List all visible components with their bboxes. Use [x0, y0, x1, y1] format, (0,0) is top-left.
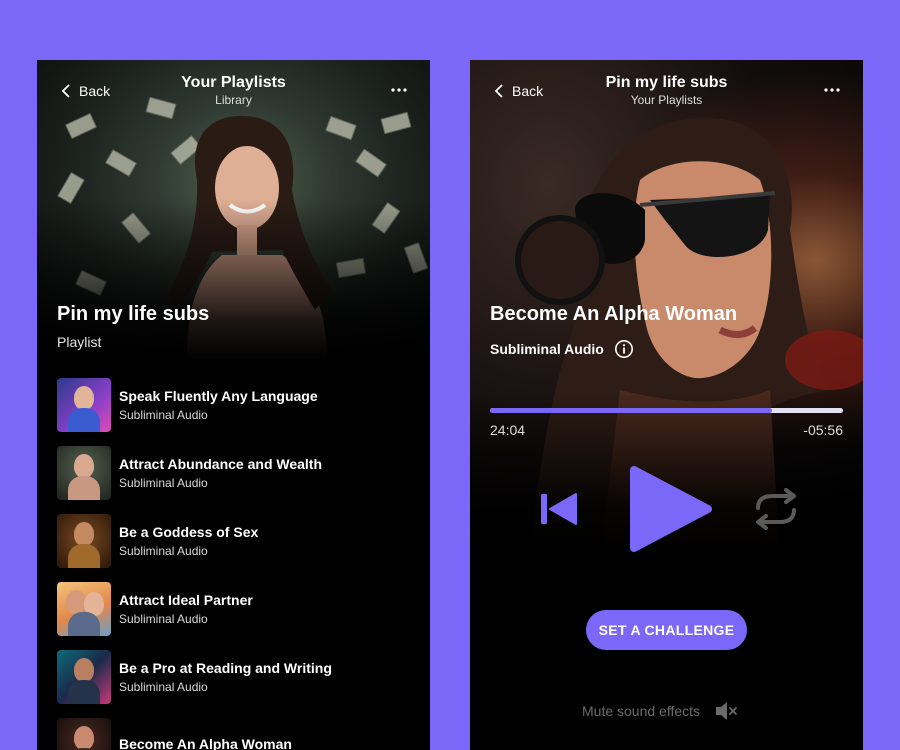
playlist-screen: Back Your Playlists Library Pin my life …: [37, 60, 430, 750]
track-name: Attract Abundance and Wealth: [119, 456, 323, 472]
skip-previous-icon[interactable]: [540, 492, 578, 526]
track-name: Be a Pro at Reading and Writing: [119, 660, 332, 676]
back-label: Back: [512, 83, 544, 99]
track-row[interactable]: Become An Alpha Woman: [57, 718, 430, 750]
track-kind: Subliminal Audio: [119, 408, 208, 422]
more-icon[interactable]: [390, 82, 408, 98]
nav-subtitle: Your Playlists: [630, 93, 703, 107]
back-label: Back: [79, 83, 111, 99]
mute-speaker-icon[interactable]: [714, 700, 738, 722]
track-row[interactable]: Be a Goddess of Sex Subliminal Audio: [57, 514, 430, 568]
track-kind: Subliminal Audio: [119, 612, 208, 626]
chevron-left-icon: [494, 84, 503, 98]
track-row[interactable]: Attract Abundance and Wealth Subliminal …: [57, 446, 430, 500]
track-name: Speak Fluently Any Language: [119, 388, 318, 404]
track-name: Become An Alpha Woman: [119, 736, 292, 750]
track-kind: Subliminal Audio: [119, 544, 208, 558]
track-name: Attract Ideal Partner: [119, 592, 253, 608]
mute-label: Mute sound effects: [582, 703, 701, 719]
top-nav: Back Pin my life subs Your Playlists: [470, 60, 863, 120]
back-button[interactable]: Back: [61, 82, 110, 100]
song-subtitle: Subliminal Audio: [490, 341, 604, 357]
song-title: Become An Alpha Woman: [490, 303, 738, 325]
back-button[interactable]: Back: [494, 82, 543, 100]
track-thumbnail: [57, 378, 111, 432]
more-icon[interactable]: [823, 82, 841, 98]
remaining-time: -05:56: [803, 422, 843, 438]
nav-title: Pin my life subs: [605, 74, 728, 91]
set-challenge-button[interactable]: SET A CHALLENGE: [586, 610, 747, 650]
track-row[interactable]: Attract Ideal Partner Subliminal Audio: [57, 582, 430, 636]
track-thumbnail: [57, 514, 111, 568]
track-row[interactable]: Be a Pro at Reading and Writing Sublimin…: [57, 650, 430, 704]
progress-fill: [490, 408, 773, 413]
track-thumbnail: [57, 582, 111, 636]
track-list: Speak Fluently Any Language Subliminal A…: [57, 378, 430, 750]
play-icon[interactable]: [628, 464, 712, 554]
chevron-left-icon: [61, 84, 70, 98]
info-icon[interactable]: [614, 339, 634, 359]
playlist-subtitle: Playlist: [57, 334, 102, 350]
track-kind: Subliminal Audio: [119, 476, 208, 490]
track-thumbnail: [57, 650, 111, 704]
progress-bar[interactable]: [490, 408, 843, 413]
track-thumbnail: [57, 446, 111, 500]
track-row[interactable]: Speak Fluently Any Language Subliminal A…: [57, 378, 430, 432]
track-name: Be a Goddess of Sex: [119, 524, 259, 540]
track-thumbnail: [57, 718, 111, 750]
nav-subtitle: Library: [215, 93, 252, 107]
track-kind: Subliminal Audio: [119, 680, 208, 694]
player-screen: Back Pin my life subs Your Playlists Bec…: [470, 60, 863, 750]
top-nav: Back Your Playlists Library: [37, 60, 430, 120]
repeat-icon[interactable]: [750, 488, 802, 530]
playlist-title: Pin my life subs: [57, 303, 210, 325]
nav-title: Your Playlists: [181, 74, 286, 91]
elapsed-time: 24:04: [490, 422, 526, 438]
